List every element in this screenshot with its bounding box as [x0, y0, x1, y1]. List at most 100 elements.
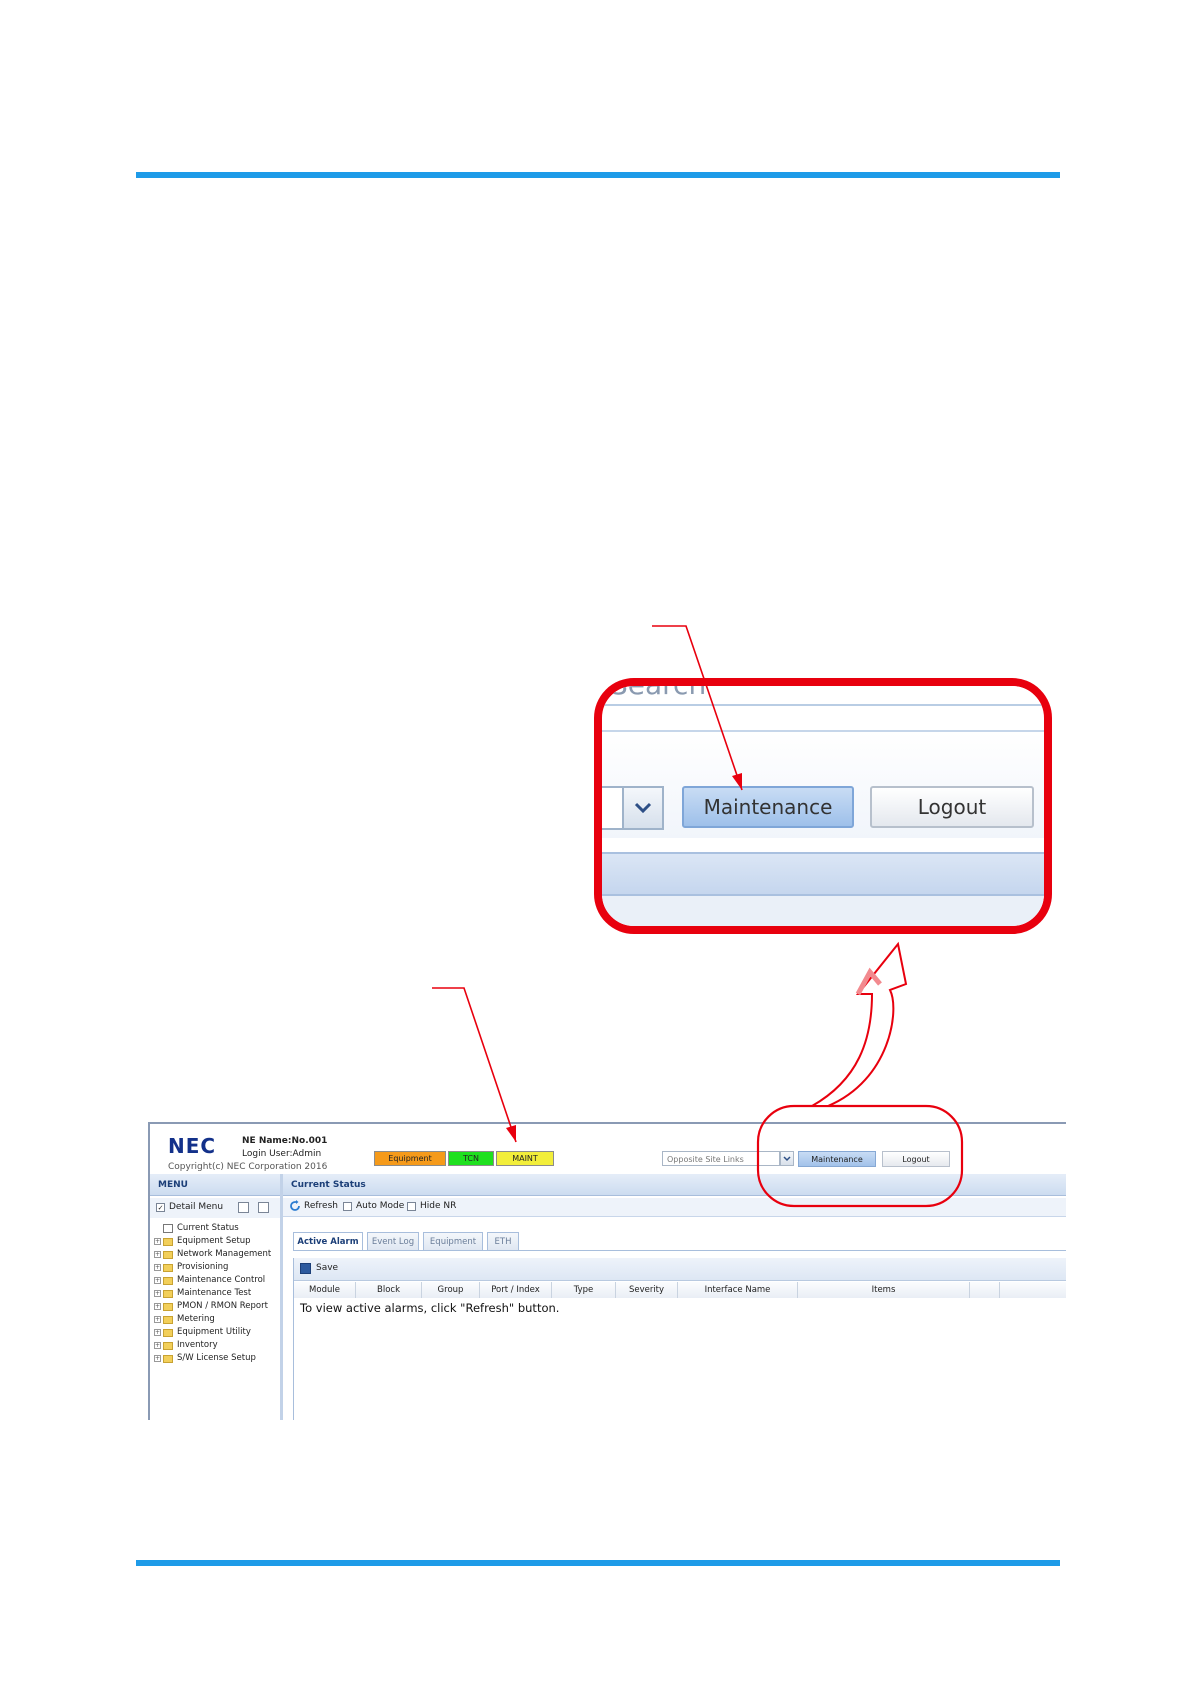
logout-button[interactable]: Logout [882, 1151, 950, 1167]
hide-nr-label: Hide NR [420, 1201, 457, 1211]
folder-icon [163, 1341, 173, 1350]
detail-menu-label: Detail Menu [169, 1202, 224, 1212]
folder-icon [163, 1237, 173, 1246]
menu-item-equipment-utility[interactable]: + Equipment Utility [154, 1326, 280, 1339]
zoom-panel-bar [602, 852, 1044, 896]
menu-item-label: Metering [177, 1314, 215, 1324]
expand-icon[interactable]: + [154, 1355, 161, 1362]
collapse-all-icon[interactable] [258, 1202, 269, 1213]
expand-all-icon[interactable] [238, 1202, 249, 1213]
menu-item-label: Network Management [177, 1249, 272, 1259]
zoom-panel-bar-lower [602, 896, 1044, 926]
menu-item-label: Equipment Setup [177, 1236, 251, 1246]
alarm-grid: Save Module Block Group Port / Index Typ… [293, 1258, 1066, 1420]
column-header-port-index[interactable]: Port / Index [480, 1282, 552, 1298]
tab-active-alarm[interactable]: Active Alarm [293, 1232, 363, 1250]
folder-icon [163, 1276, 173, 1285]
login-user: Login User:Admin [242, 1149, 322, 1159]
folder-icon [163, 1328, 173, 1337]
expand-icon[interactable]: + [154, 1329, 161, 1336]
menu-tree: Current Status + Equipment Setup + Netwo… [154, 1222, 280, 1365]
menu-item-equipment-setup[interactable]: + Equipment Setup [154, 1235, 280, 1248]
expand-icon[interactable]: + [154, 1251, 161, 1258]
menu-item-label: Maintenance Test [177, 1288, 252, 1298]
expand-icon[interactable]: + [154, 1277, 161, 1284]
curved-arrow-shade [855, 967, 882, 996]
menu-item-current-status[interactable]: Current Status [154, 1222, 280, 1235]
expand-icon[interactable]: + [154, 1264, 161, 1271]
refresh-button[interactable]: Refresh [304, 1201, 338, 1211]
folder-icon [163, 1289, 173, 1298]
save-button[interactable]: Save [316, 1263, 338, 1273]
zoom-logout-button[interactable]: Logout [870, 786, 1034, 828]
column-header-block[interactable]: Block [356, 1282, 422, 1298]
document-icon [163, 1224, 173, 1233]
zoom-chevron-down-icon[interactable] [622, 788, 662, 828]
tab-event-log[interactable]: Event Log [367, 1232, 419, 1250]
maintenance-button[interactable]: Maintenance [798, 1151, 876, 1167]
zoom-search-field[interactable]: Search [602, 678, 1044, 706]
opposite-site-links-select[interactable]: Opposite Site Links [662, 1151, 780, 1166]
expand-icon[interactable]: + [154, 1290, 161, 1297]
auto-mode-checkbox[interactable] [343, 1202, 352, 1211]
column-header-group[interactable]: Group [422, 1282, 480, 1298]
column-header-module[interactable]: Module [294, 1282, 356, 1298]
menu-item-label: PMON / RMON Report [177, 1301, 268, 1311]
copyright: Copyright(c) NEC Corporation 2016 [168, 1162, 328, 1172]
tab-underline [293, 1250, 1066, 1251]
panel-title: Current Status [283, 1174, 1066, 1196]
folder-icon [163, 1354, 173, 1363]
chevron-down-icon[interactable] [780, 1151, 794, 1166]
main-panel: Current Status Refresh Auto Mode Hide NR… [283, 1174, 1066, 1420]
status-badge-maint[interactable]: MAINT [496, 1151, 554, 1166]
folder-icon [163, 1263, 173, 1272]
expand-icon[interactable]: + [154, 1238, 161, 1245]
menu-item-provisioning[interactable]: + Provisioning [154, 1261, 280, 1274]
zoom-callout: Search Maintenance Logout [594, 678, 1052, 934]
detail-menu-checkbox[interactable]: ✓ [156, 1203, 165, 1212]
menu-item-inventory[interactable]: + Inventory [154, 1339, 280, 1352]
menu-panel: MENU ✓ Detail Menu Current Status + Equi… [150, 1174, 283, 1420]
status-badge-equipment[interactable]: Equipment [374, 1151, 446, 1166]
curved-arrow [808, 941, 908, 1107]
menu-item-label: Inventory [177, 1340, 218, 1350]
folder-icon [163, 1315, 173, 1324]
zoom-maintenance-button[interactable]: Maintenance [682, 786, 854, 828]
menu-item-network-management[interactable]: + Network Management [154, 1248, 280, 1261]
save-icon[interactable] [300, 1263, 311, 1274]
column-header-severity[interactable]: Severity [616, 1282, 678, 1298]
nec-logo: NEC [168, 1134, 217, 1158]
tab-eth[interactable]: ETH [487, 1232, 519, 1250]
expand-icon[interactable]: + [154, 1342, 161, 1349]
column-header-extra-2 [1000, 1282, 1066, 1298]
menu-item-pmon-rmon-report[interactable]: + PMON / RMON Report [154, 1300, 280, 1313]
zoom-combo[interactable] [602, 786, 664, 830]
column-header-type[interactable]: Type [552, 1282, 616, 1298]
menu-item-label: Current Status [177, 1223, 239, 1233]
menu-item-maintenance-control[interactable]: + Maintenance Control [154, 1274, 280, 1287]
expand-icon[interactable]: + [154, 1303, 161, 1310]
menu-item-metering[interactable]: + Metering [154, 1313, 280, 1326]
tab-equipment[interactable]: Equipment [423, 1232, 483, 1250]
folder-icon [163, 1250, 173, 1259]
refresh-icon[interactable] [289, 1200, 301, 1212]
hide-nr-checkbox[interactable] [407, 1202, 416, 1211]
menu-item-label: Equipment Utility [177, 1327, 251, 1337]
column-header-extra [970, 1282, 1000, 1298]
expand-icon[interactable]: + [154, 1316, 161, 1323]
detail-menu-row: ✓ Detail Menu [150, 1198, 280, 1218]
menu-title: MENU [150, 1174, 280, 1196]
menu-item-sw-license-setup[interactable]: + S/W License Setup [154, 1352, 280, 1365]
menu-item-label: S/W License Setup [177, 1353, 256, 1363]
empty-grid-message: To view active alarms, click "Refresh" b… [300, 1301, 560, 1315]
grid-toolbar: Save [294, 1258, 1066, 1281]
column-header-interface-name[interactable]: Interface Name [678, 1282, 798, 1298]
zoom-search-text: Search [610, 678, 707, 701]
folder-icon [163, 1302, 173, 1311]
auto-mode-label: Auto Mode [356, 1201, 405, 1211]
menu-item-maintenance-test[interactable]: + Maintenance Test [154, 1287, 280, 1300]
status-toolbar: Refresh Auto Mode Hide NR [283, 1198, 1066, 1217]
column-header-items[interactable]: Items [798, 1282, 970, 1298]
app-header: NEC NE Name:No.001 Login User:Admin Copy… [150, 1124, 1066, 1174]
status-badge-tcn[interactable]: TCN [448, 1151, 494, 1166]
